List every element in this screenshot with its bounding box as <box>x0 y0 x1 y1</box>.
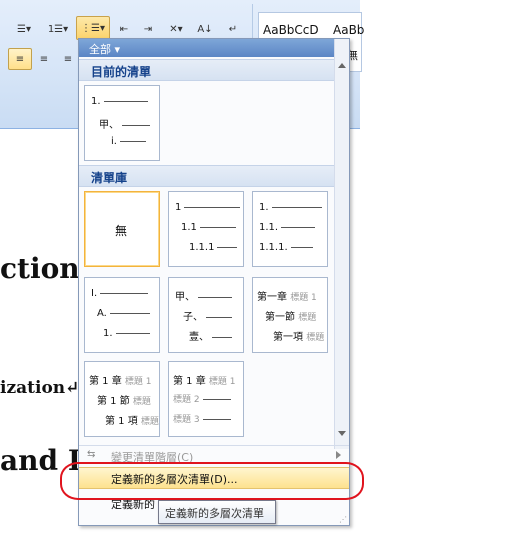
paragraph-mark-icon: ↵ <box>228 23 238 35</box>
align-right-icon: ≡ <box>63 53 73 65</box>
increase-indent-button[interactable]: ⇥ <box>136 18 160 40</box>
align-left-icon: ≡ <box>15 53 25 65</box>
tile-level-1: I. <box>91 288 98 299</box>
heading-style-label: 標題 1 <box>290 293 317 303</box>
tile-level-3: 壹、 <box>189 332 209 343</box>
heading-style-label: 標題 <box>306 333 325 343</box>
current-list-tile[interactable]: 1. 甲、 i. <box>84 85 160 161</box>
tile-level-2: 子、 <box>183 312 203 323</box>
tile-level-1: 1. <box>91 96 101 107</box>
multilevel-list-button[interactable]: ⋮☰▾ <box>76 16 110 40</box>
tile-level-3: 第 1 項 <box>105 416 138 427</box>
doc-text-fragment-2: ization↵ <box>0 378 80 398</box>
heading-style-label: 標題 <box>132 397 151 407</box>
heading-style-label: 標題 1 <box>208 377 236 387</box>
heading-style-label: 標題 3 <box>173 415 200 425</box>
increase-indent-icon: ⇥ <box>143 23 153 35</box>
list-tile-chapter-headings[interactable]: 第 1 章 標題 1 標題 2 標題 3 <box>168 361 244 437</box>
list-tile-chapter-numeric[interactable]: 第 1 章 標題 1 第 1 節 標題 第 1 項 標題 <box>84 361 160 437</box>
tile-level-1: 第 1 章 <box>173 376 206 387</box>
decrease-indent-icon: ⇤ <box>119 23 129 35</box>
tile-level-2: 1.1. <box>259 222 279 233</box>
asian-layout-button[interactable]: ✕▾ <box>162 18 190 40</box>
tile-level-2: 第 1 節 <box>97 396 130 407</box>
heading-style-label: 標題 <box>140 417 159 427</box>
tile-level-3: 第一項 <box>273 332 303 343</box>
tile-level-3: 1.1.1. <box>259 242 288 253</box>
current-list-header: 目前的清單 <box>79 59 334 81</box>
tile-level-3: 1.1.1 <box>189 242 215 253</box>
highlight-annotation <box>60 462 364 500</box>
list-tile-roman[interactable]: I. A. 1. <box>84 277 160 353</box>
multilevel-list-icon: ⋮☰▾ <box>81 22 105 34</box>
tooltip-text: 定義新的多層次清單 <box>165 507 264 520</box>
numbering-button[interactable]: 1☰▾ <box>42 18 74 40</box>
filter-label: 全部 ▾ <box>89 43 121 56</box>
show-hide-marks-button[interactable]: ↵ <box>222 18 244 40</box>
style-sample-normal[interactable]: AaBbCcD <box>263 23 319 37</box>
tile-level-3: 1. <box>103 328 113 339</box>
align-right-button[interactable]: ≡ <box>56 48 80 70</box>
tile-level-1: 1 <box>175 202 182 213</box>
tile-level-2: A. <box>97 308 107 319</box>
list-library-header: 清單庫 <box>79 165 334 187</box>
tooltip: 定義新的多層次清單 <box>158 500 276 524</box>
align-left-button[interactable]: ≡ <box>8 48 32 70</box>
decrease-indent-button[interactable]: ⇤ <box>112 18 136 40</box>
bullets-icon: ☰▾ <box>17 23 31 35</box>
multilevel-list-dropdown[interactable]: 全部 ▾ 目前的清單 1. 甲、 i. 清單庫 無 1 1.1 1.1.1 1.… <box>78 38 350 526</box>
style-sample-no-spacing[interactable]: AaBb <box>333 23 364 37</box>
bullets-button[interactable]: ☰▾ <box>8 18 40 40</box>
list-tile-numeric-dotted[interactable]: 1. 1.1. 1.1.1. <box>252 191 328 267</box>
scroll-up-icon[interactable] <box>338 63 346 68</box>
gallery-scrollbar[interactable] <box>334 39 349 449</box>
align-center-icon: ≡ <box>39 53 49 65</box>
list-tile-chapter-chinese[interactable]: 第一章 標題 1 第一節 標題 第一項 標題 <box>252 277 328 353</box>
list-tile-numeric[interactable]: 1 1.1 1.1.1 <box>168 191 244 267</box>
heading-style-label: 標題 2 <box>173 395 200 405</box>
sort-icon: A↓ <box>197 23 213 35</box>
tile-level-1: 甲、 <box>175 292 195 303</box>
submenu-arrow-icon <box>336 451 341 459</box>
asian-layout-icon: ✕▾ <box>169 23 183 35</box>
heading-style-label: 標題 1 <box>124 377 152 387</box>
current-list-header-label: 目前的清單 <box>91 65 152 79</box>
tile-level-2: 第一節 <box>265 312 295 323</box>
list-tile-chinese[interactable]: 甲、 子、 壹、 <box>168 277 244 353</box>
tile-level-1: 第一章 <box>257 292 287 303</box>
tile-level-1: 1. <box>259 202 269 213</box>
tile-none-label: 無 <box>115 224 128 238</box>
list-tile-none[interactable]: 無 <box>84 191 160 267</box>
sort-button[interactable]: A↓ <box>194 18 216 40</box>
list-library-header-label: 清單庫 <box>91 171 128 185</box>
doc-heading-fragment-1: ction <box>0 252 80 285</box>
tile-level-2: 甲、 <box>99 120 119 131</box>
numbering-icon: 1☰▾ <box>47 23 69 35</box>
list-level-icon: ⇆ <box>87 449 96 460</box>
align-center-button[interactable]: ≡ <box>32 48 56 70</box>
tile-level-2: 1.1 <box>181 222 197 233</box>
tile-level-3: i. <box>111 136 117 147</box>
resize-grip-icon[interactable]: ⋰ <box>339 515 347 524</box>
tile-level-1: 第 1 章 <box>89 376 122 387</box>
heading-style-label: 標題 <box>298 313 317 323</box>
filter-dropdown[interactable]: 全部 ▾ <box>79 39 334 57</box>
scroll-down-icon[interactable] <box>338 431 346 436</box>
